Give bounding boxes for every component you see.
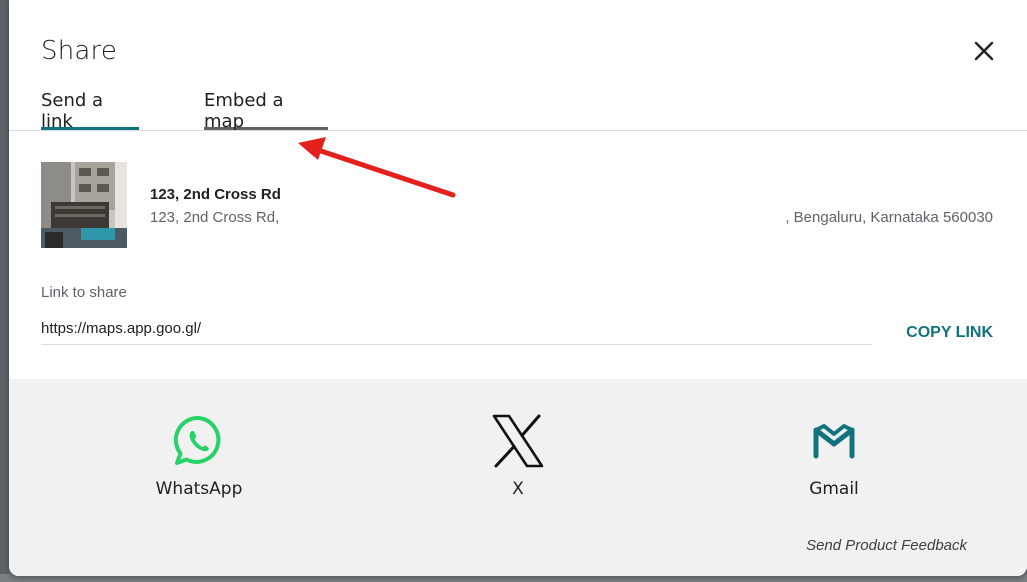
share-gmail-button[interactable]: Gmail [754, 415, 914, 499]
redaction-mask [298, 206, 768, 230]
close-icon [974, 41, 994, 61]
place-thumbnail [41, 162, 127, 248]
share-link-field[interactable]: https://maps.app.goo.gl/ [41, 320, 201, 337]
close-button[interactable] [967, 34, 1001, 68]
tab-send-a-link[interactable]: Send a link [41, 90, 139, 132]
share-whatsapp-button[interactable]: WhatsApp [119, 415, 279, 499]
link-label: Link to share [41, 284, 127, 301]
link-field-underline [41, 344, 872, 345]
share-dialog: Share Send a link Embed a map 123, 2nd C [9, 0, 1027, 576]
place-name: 123, 2nd Cross Rd [150, 186, 281, 203]
gmail-label: Gmail [809, 479, 859, 499]
map-backdrop [0, 0, 9, 582]
copy-link-button[interactable]: COPY LINK [906, 324, 993, 342]
whatsapp-label: WhatsApp [155, 479, 243, 499]
x-label: X [512, 479, 524, 499]
share-options-panel: WhatsApp X Gmail Send Product Feedback [9, 379, 1027, 576]
tab-embed-a-map[interactable]: Embed a map [204, 90, 328, 132]
place-address: 123, 2nd Cross Rd, [150, 209, 280, 226]
whatsapp-icon [173, 415, 221, 465]
x-icon [492, 414, 544, 468]
share-x-button[interactable]: X [438, 414, 598, 499]
dialog-title: Share [41, 36, 118, 66]
place-address-end: , Bengaluru, Karnataka 560030 [785, 209, 993, 226]
gmail-icon [813, 424, 855, 459]
tab-divider [9, 130, 1027, 131]
send-feedback-link[interactable]: Send Product Feedback [806, 537, 967, 554]
